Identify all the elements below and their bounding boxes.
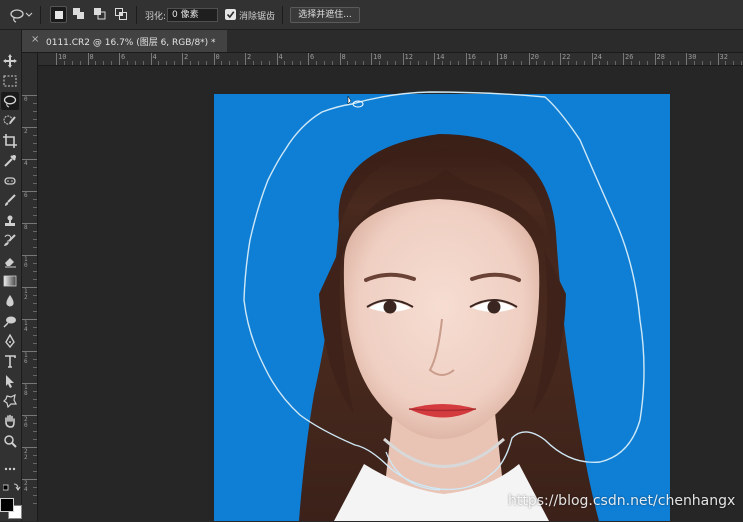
watermark: https://blog.csdn.net/chenhangx xyxy=(508,493,736,509)
lasso-selection-path xyxy=(243,91,645,491)
lasso-cursor-icon xyxy=(347,95,364,108)
